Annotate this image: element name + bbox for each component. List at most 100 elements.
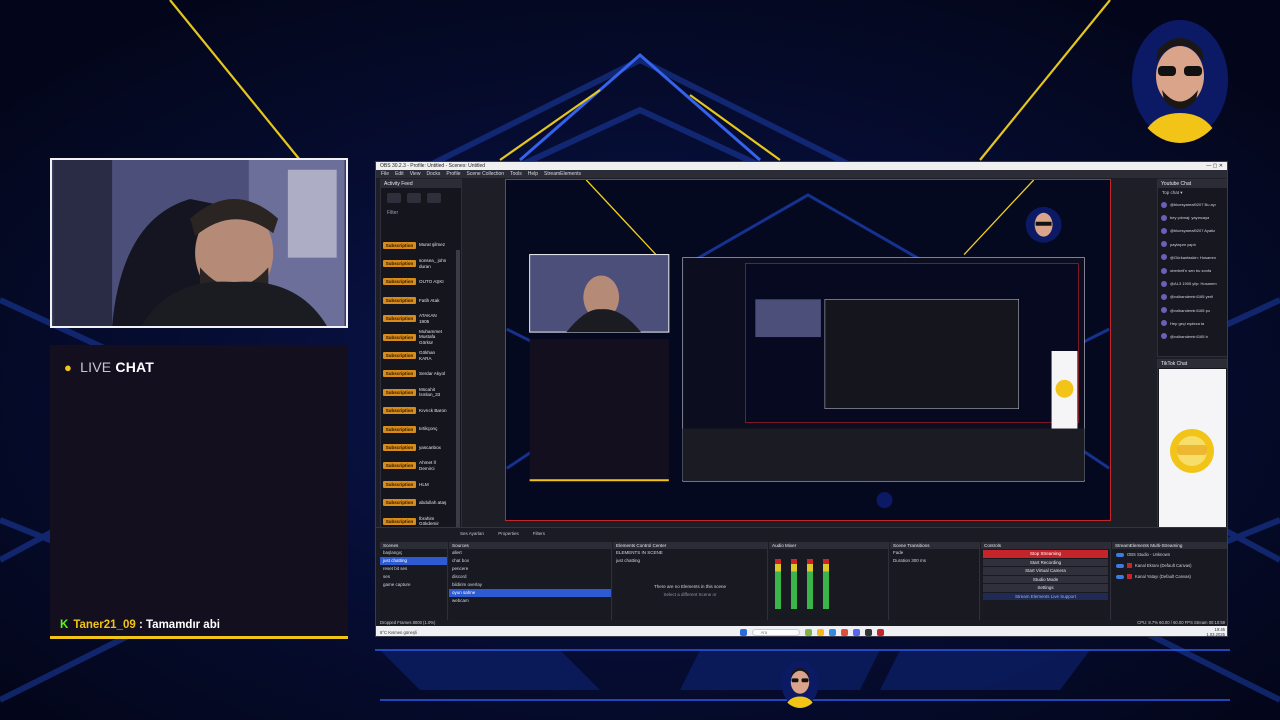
windows-start-icon[interactable]	[739, 628, 747, 636]
emoji-sticker-icon	[1170, 429, 1214, 473]
app-icon[interactable]	[876, 628, 884, 636]
list-item: @bluesyareal9207 Ayatiz	[1158, 224, 1227, 237]
volume-meter[interactable]	[791, 559, 797, 609]
audio-mixer-dock: Audio Mixer	[769, 542, 889, 622]
chat-line: @volkandemir4165 b	[1170, 333, 1208, 339]
list-item: @volkandemir4165 yerli	[1158, 290, 1227, 303]
youtube-chat-filter[interactable]: Top chat ▾	[1158, 188, 1227, 198]
scenes-title: Scenes	[380, 542, 447, 549]
stop-streaming-button[interactable]: Stop Streaming	[983, 550, 1108, 558]
live-chat-title: ● LIVE CHAT	[64, 359, 154, 375]
subscriber-name: Murat şilmez	[419, 242, 446, 248]
volume-meter[interactable]	[807, 559, 813, 609]
edge-icon[interactable]	[828, 628, 836, 636]
obs-titlebar: OBS 30.2.3 - Profile: Untitled - Scenes:…	[376, 162, 1227, 170]
scene-item-selected[interactable]: just chatting	[380, 557, 447, 565]
source-item[interactable]: bildirim overlay	[449, 581, 611, 589]
tab-filters[interactable]: Filters	[533, 531, 545, 536]
menu-tools[interactable]: Tools	[510, 171, 522, 177]
activity-scrollbar[interactable]	[456, 250, 460, 530]
source-item[interactable]: pencere	[449, 565, 611, 573]
scene-item[interactable]: ses	[380, 573, 447, 581]
source-item[interactable]: webcam	[449, 597, 611, 605]
subscription-badge: Subscription	[383, 407, 416, 415]
bell-icon[interactable]	[407, 193, 421, 203]
scene-item[interactable]: başlangıç	[380, 549, 447, 557]
menu-help[interactable]: Help	[528, 171, 538, 177]
list-item: @volkandemir4165 şu	[1158, 304, 1227, 317]
menu-edit[interactable]: Edit	[395, 171, 404, 177]
folder-icon[interactable]	[816, 628, 824, 636]
obs-preview-canvas[interactable]	[505, 179, 1111, 521]
youtube-chat-title: Youtube Chat	[1158, 180, 1227, 188]
user-avatar-icon	[1161, 333, 1167, 340]
list-item: bey çıkmaj: yayıncaya	[1158, 211, 1227, 224]
scene-item[interactable]: reset bit ses	[380, 565, 447, 573]
chat-message-user: Taner21_09	[73, 619, 136, 631]
tab-audio-settings[interactable]: Ses Ayarları	[460, 531, 484, 536]
scene-transitions-dock: Scene Transitions Fade Duration 300 ms	[890, 542, 980, 622]
live-support-button[interactable]: Stream Elements Live Support	[983, 592, 1108, 600]
activity-filter[interactable]: Filter	[381, 208, 461, 218]
multistream-row[interactable]: Kanal Ekranı (Default Canvas)	[1112, 560, 1227, 571]
menu-view[interactable]: View	[410, 171, 421, 177]
multistream-row[interactable]: OBS Studio - Unknown	[1112, 549, 1227, 560]
obs-icon[interactable]	[864, 628, 872, 636]
subscription-badge: Subscription	[383, 370, 416, 378]
chat-message-text: Tamamdır abi	[146, 619, 220, 631]
discord-icon[interactable]	[852, 628, 860, 636]
source-item[interactable]: discord	[449, 573, 611, 581]
menu-file[interactable]: File	[381, 171, 389, 177]
multistream-target: Kanal Yatayı (Default Canvas)	[1135, 574, 1191, 579]
app-icon[interactable]	[804, 628, 812, 636]
settings-button[interactable]: Settings	[983, 584, 1108, 592]
start-recording-button[interactable]: Start Recording	[983, 558, 1108, 566]
taskbar-search[interactable]: Ara	[751, 628, 800, 636]
source-item[interactable]: allert	[449, 549, 611, 557]
tiktok-chat-dock: TikTok Chat	[1157, 359, 1227, 537]
chrome-icon[interactable]	[840, 628, 848, 636]
subscriber-name: Fatih Atak	[419, 297, 440, 303]
menu-scene-collection[interactable]: Scene Collection	[467, 171, 505, 177]
live-label: LIVE	[80, 359, 112, 375]
window-controls[interactable]: — ▢ ✕	[1206, 163, 1223, 169]
subscriber-name: Kıvrıck Baron	[419, 407, 447, 413]
chat-accent-bar	[50, 636, 348, 639]
studio-mode-button[interactable]: Studio Mode	[983, 575, 1108, 583]
live-chat-panel: ● LIVE CHAT K Taner21_09 : Tamamdır abi	[50, 345, 348, 639]
transition-duration[interactable]: Duration 300 ms	[890, 557, 979, 565]
source-item[interactable]: chat box	[449, 557, 611, 565]
scene-item[interactable]: game capture	[380, 581, 447, 589]
menu-streamelements[interactable]: StreamElements	[544, 171, 581, 177]
transition-select[interactable]: Fade	[890, 549, 979, 557]
streamer-avatar-logo	[1130, 18, 1230, 143]
toggle-icon[interactable]	[1116, 563, 1124, 568]
user-avatar-icon	[1161, 307, 1167, 314]
list-item: Subscription sonsea_ john duran	[383, 254, 459, 272]
youtube-icon	[1127, 563, 1132, 568]
chat-line: @AL3 1905 yilp: Hosamm	[1170, 281, 1217, 287]
volume-meter[interactable]	[775, 559, 781, 609]
subscriber-name: HLM	[419, 481, 429, 487]
audio-meters	[769, 549, 888, 619]
subscriber-name: Serdar Akyol	[419, 371, 446, 377]
pause-icon[interactable]	[387, 193, 401, 203]
menu-docks[interactable]: Docks	[426, 171, 440, 177]
user-avatar-icon	[1161, 241, 1167, 248]
skip-icon[interactable]	[427, 193, 441, 203]
taskbar-clock[interactable]: 19:45 1.03.2025	[1206, 627, 1225, 636]
chat-line: @bluesyareal9207 Ayatiz	[1170, 228, 1216, 234]
start-virtual-camera-button[interactable]: Start Virtual Camera	[983, 567, 1108, 575]
tab-properties[interactable]: Properties	[498, 531, 519, 536]
menu-profile[interactable]: Profile	[446, 171, 460, 177]
multistream-row[interactable]: Kanal Yatayı (Default Canvas)	[1112, 571, 1227, 582]
list-item: Subscription Muhammet Mustafa Görkür	[383, 328, 459, 346]
kick-icon: K	[60, 619, 69, 631]
list-item: @bluesyareal9207 Bu ayı	[1158, 198, 1227, 211]
toggle-icon[interactable]	[1116, 574, 1124, 579]
volume-meter[interactable]	[823, 559, 829, 609]
source-item-selected[interactable]: oyun sahne	[449, 589, 611, 597]
webcam-feed	[50, 158, 348, 328]
weather-widget[interactable]: 8°C Kısmen güneşli	[380, 630, 417, 635]
toggle-icon[interactable]	[1116, 552, 1124, 557]
